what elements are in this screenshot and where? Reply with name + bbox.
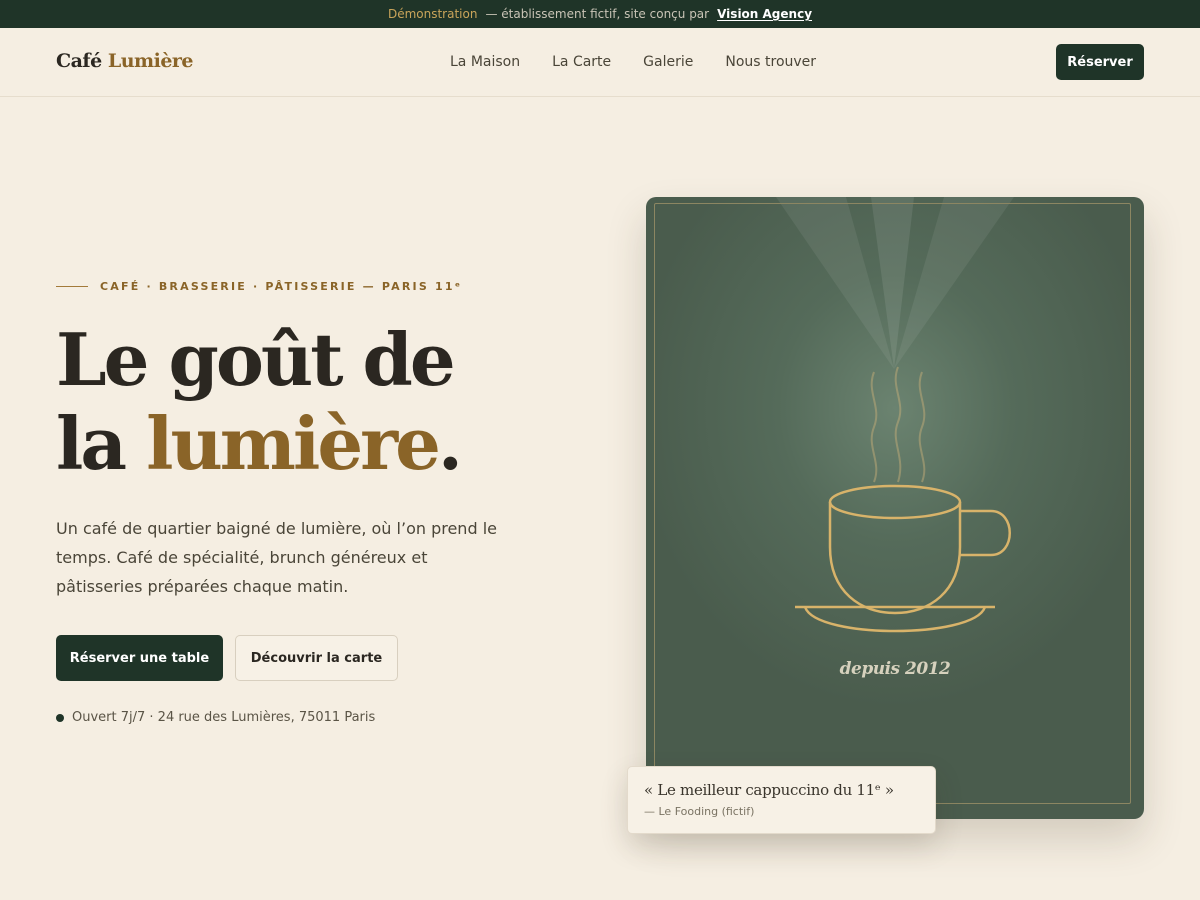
logo-part-1: Café	[56, 50, 102, 72]
agency-link[interactable]: Vision Agency	[717, 7, 812, 21]
eyebrow-divider	[56, 286, 88, 287]
coffee-cup-illustration	[776, 197, 1014, 633]
hero-intro: Un café de quartier baigné de lumière, o…	[56, 519, 497, 596]
cup-rim-icon	[828, 484, 962, 520]
reserve-button[interactable]: Réserver	[1056, 44, 1144, 80]
hero-illustration-card: depuis 2012	[646, 197, 1144, 819]
demo-banner: Démonstration — établissement fictif, si…	[0, 0, 1200, 28]
cup-handle-icon	[960, 509, 1011, 557]
hero-headline: Le goût de la lumière.	[56, 318, 596, 486]
demo-label: Démonstration	[387, 7, 478, 21]
light-ray-icon	[894, 197, 1014, 369]
nav-item-nous-trouver[interactable]: Nous trouver	[725, 54, 816, 70]
reserve-table-button[interactable]: Réserver une table	[56, 635, 223, 681]
headline-line-1: Le goût de	[56, 317, 456, 402]
headline-period: .	[437, 401, 463, 486]
steam-icon	[918, 371, 926, 483]
steam-icon	[894, 366, 902, 483]
headline-lumiere: lumière	[146, 401, 441, 486]
quote-text: « Le meilleur cappuccino du 11ᵉ »	[644, 781, 894, 799]
quote-source: — Le Fooding (fictif)	[644, 805, 755, 818]
saucer-icon	[803, 606, 987, 633]
eyebrow-text: CAFÉ · BRASSERIE · PÂTISSERIE — PARIS 11…	[100, 280, 463, 293]
site-header: Café Lumière La Maison La Carte Galerie …	[0, 28, 1200, 97]
opening-info-text: Ouvert 7j/7 · 24 rue des Lumières, 75011…	[72, 710, 376, 725]
logo-part-2: Lumière	[107, 50, 194, 72]
demo-text: — établissement fictif, site conçu par	[485, 7, 710, 21]
opening-info: Ouvert 7j/7 · 24 rue des Lumières, 75011…	[56, 710, 375, 725]
headline-la: la	[56, 401, 127, 486]
nav-item-galerie[interactable]: Galerie	[643, 54, 693, 70]
nav-item-la-carte[interactable]: La Carte	[552, 54, 611, 70]
main-nav: La Maison La Carte Galerie Nous trouver	[450, 54, 816, 70]
eyebrow: CAFÉ · BRASSERIE · PÂTISSERIE — PARIS 11…	[56, 280, 462, 293]
press-quote: « Le meilleur cappuccino du 11ᵉ » — Le F…	[627, 766, 936, 834]
status-dot	[56, 713, 64, 722]
logo[interactable]: Café Lumière	[56, 50, 194, 72]
steam-icon	[870, 371, 878, 483]
nav-item-la-maison[interactable]: La Maison	[450, 54, 520, 70]
discover-menu-button[interactable]: Découvrir la carte	[235, 635, 398, 681]
since-label: depuis 2012	[839, 659, 951, 679]
